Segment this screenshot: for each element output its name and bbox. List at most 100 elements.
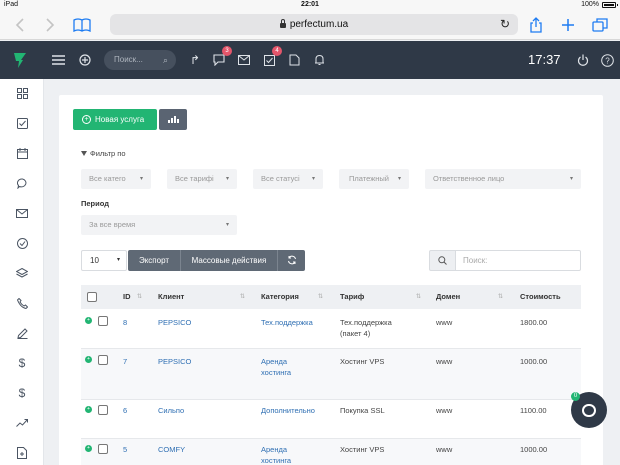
- menu-icon[interactable]: [49, 51, 67, 69]
- new-tab-icon[interactable]: [558, 15, 578, 35]
- envelope-icon[interactable]: [12, 203, 32, 223]
- add-circle-icon[interactable]: [76, 51, 94, 69]
- responsible-select[interactable]: Ответственное лицо ▾: [425, 169, 581, 189]
- bookmarks-icon[interactable]: [72, 15, 92, 35]
- table-row[interactable]: + 5 COMFY Аренда хостинга Хостинг VPS ww…: [81, 439, 581, 465]
- row-category-line2[interactable]: хостинга: [261, 455, 291, 465]
- category-select-value: Все катего: [89, 174, 126, 183]
- expand-row-icon[interactable]: +: [85, 356, 92, 363]
- dollar-alt-icon[interactable]: $: [12, 383, 32, 403]
- filter-title: Фильтр по: [90, 149, 126, 158]
- chart-button[interactable]: [159, 109, 187, 130]
- document-icon[interactable]: [285, 51, 303, 69]
- row-category[interactable]: Тех.поддержка: [261, 317, 313, 328]
- help-icon[interactable]: ?: [598, 51, 616, 69]
- dollar-icon[interactable]: $: [12, 353, 32, 373]
- plus-circle-icon: +: [82, 115, 91, 124]
- row-id[interactable]: 5: [123, 444, 127, 455]
- layers-icon[interactable]: [12, 263, 32, 283]
- reload-icon[interactable]: ↻: [500, 17, 510, 31]
- chevron-down-icon: ▾: [225, 222, 229, 228]
- mail-icon[interactable]: [235, 51, 253, 69]
- paid-select[interactable]: Платежный ▾: [339, 169, 409, 189]
- sort-icon: ⇅: [318, 294, 324, 300]
- row-domain: www: [436, 445, 453, 454]
- status-select[interactable]: Все статусі ▾: [253, 169, 323, 189]
- battery-percent: 100%: [581, 1, 599, 8]
- check-circle-icon[interactable]: [12, 233, 32, 253]
- table-row[interactable]: + 7 PEPSICO Аренда хостинга Хостинг VPS …: [81, 349, 581, 400]
- row-client[interactable]: PEPSICO: [158, 317, 191, 328]
- ios-status-bar: iPad 22:01 100%: [0, 0, 620, 10]
- row-id[interactable]: 7: [123, 356, 127, 367]
- row-id[interactable]: 8: [123, 317, 127, 328]
- system-time: 22:01: [301, 1, 319, 8]
- row-checkbox[interactable]: [98, 405, 108, 415]
- tasks-icon[interactable]: 4: [260, 46, 282, 69]
- filter-heading: Фильтр по: [81, 149, 126, 158]
- perfectum-logo[interactable]: [12, 51, 28, 69]
- left-sidebar: $ $: [0, 79, 44, 465]
- live-chat-button[interactable]: 0: [571, 392, 607, 428]
- row-category[interactable]: Аренда: [261, 444, 287, 455]
- tariff-select[interactable]: Все тарифі ▾: [167, 169, 237, 189]
- expand-row-icon[interactable]: +: [85, 406, 92, 413]
- row-checkbox[interactable]: [98, 355, 108, 365]
- row-tariff: Покупка SSL: [340, 406, 385, 415]
- column-header-category[interactable]: Категория ⇅: [261, 285, 333, 309]
- column-header-id[interactable]: ID ⇅: [123, 285, 142, 309]
- row-checkbox[interactable]: [98, 316, 108, 326]
- power-icon[interactable]: [574, 51, 592, 69]
- forward-arrow-icon[interactable]: ↱: [186, 51, 204, 69]
- column-header-client[interactable]: Клиент ⇅: [158, 285, 250, 309]
- comment-icon[interactable]: [12, 173, 32, 193]
- chevron-down-icon: ▾: [225, 176, 229, 182]
- table-row[interactable]: + 6 Сильпо Дополнительно Покупка SSL www…: [81, 400, 581, 439]
- column-header-tariff[interactable]: Тариф ⇅: [340, 285, 428, 309]
- row-client[interactable]: PEPSICO: [158, 356, 191, 367]
- new-service-button[interactable]: + Новая услуга: [73, 109, 157, 130]
- row-category[interactable]: Дополнительно: [261, 405, 315, 416]
- back-icon[interactable]: [10, 15, 30, 35]
- table-search-button[interactable]: [429, 250, 456, 271]
- search-icon: [438, 256, 447, 265]
- category-select[interactable]: Все катего ▾: [81, 169, 151, 189]
- row-id[interactable]: 6: [123, 405, 127, 416]
- global-search-input[interactable]: Поиск... ⌕: [104, 50, 176, 70]
- forward-icon[interactable]: [40, 15, 60, 35]
- battery-icon: [602, 1, 618, 8]
- column-header-domain[interactable]: Домен ⇅: [436, 285, 510, 309]
- edit-icon[interactable]: [12, 323, 32, 343]
- file-add-icon[interactable]: [12, 443, 32, 463]
- tabs-overview-icon[interactable]: [590, 15, 610, 35]
- row-tariff: Хостинг VPS: [340, 357, 385, 366]
- refresh-button[interactable]: [278, 250, 305, 271]
- row-category[interactable]: Аренда: [261, 356, 287, 367]
- select-all-checkbox[interactable]: [87, 292, 97, 302]
- bulk-actions-button[interactable]: Массовые действия: [181, 250, 277, 271]
- row-domain: www: [436, 357, 453, 366]
- column-header-price[interactable]: Стоимость: [520, 285, 561, 309]
- table-search-input[interactable]: Поиск:: [456, 250, 581, 271]
- page-size-select[interactable]: 10 ▾: [81, 250, 127, 271]
- tasks-badge: 4: [272, 46, 282, 56]
- table-row[interactable]: + 8 PEPSICO Тех.поддержка Тех.поддержка …: [81, 309, 581, 349]
- address-bar[interactable]: perfectum.ua ↻: [110, 14, 518, 35]
- period-select[interactable]: За все время ▾: [81, 215, 237, 235]
- expand-row-icon[interactable]: +: [85, 445, 92, 452]
- checklist-icon[interactable]: [12, 113, 32, 133]
- calendar-icon[interactable]: [12, 143, 32, 163]
- row-client[interactable]: COMFY: [158, 444, 185, 455]
- trending-up-icon[interactable]: [12, 413, 32, 433]
- row-client[interactable]: Сильпо: [158, 405, 184, 416]
- dashboard-icon[interactable]: [12, 83, 32, 103]
- phone-icon[interactable]: [12, 293, 32, 313]
- row-category-line2[interactable]: хостинга: [261, 367, 291, 378]
- share-icon[interactable]: [526, 15, 546, 35]
- export-button[interactable]: Экспорт: [128, 250, 180, 271]
- row-checkbox[interactable]: [98, 444, 108, 454]
- bell-icon[interactable]: [310, 51, 328, 69]
- tariff-select-value: Все тарифі: [175, 174, 214, 183]
- chat-icon[interactable]: 3: [210, 46, 232, 69]
- expand-row-icon[interactable]: +: [85, 317, 92, 324]
